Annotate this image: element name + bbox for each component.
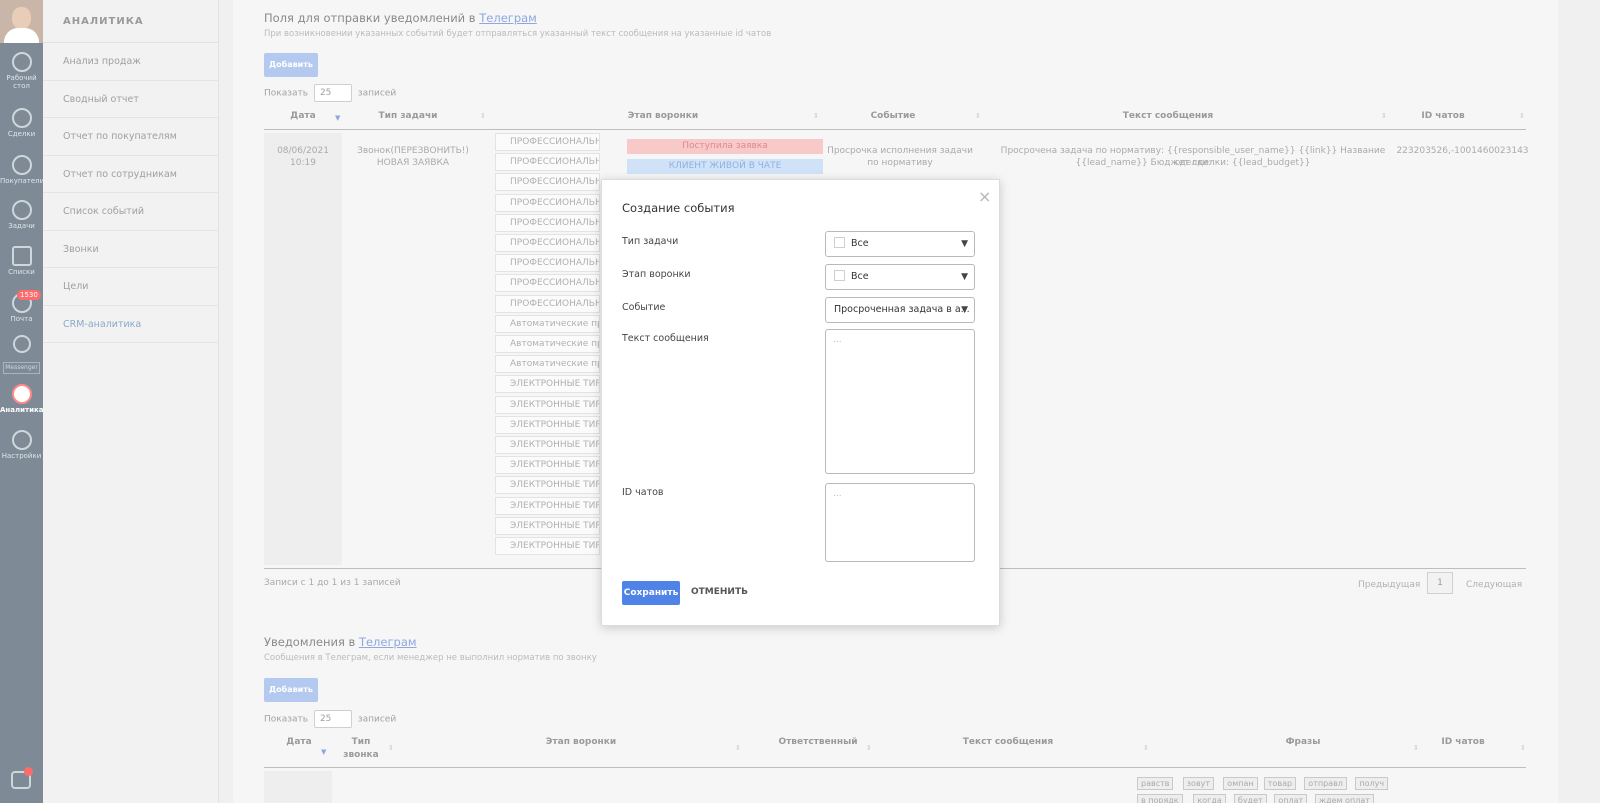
task-type-label: Тип задачи [622, 236, 679, 247]
stage-value: Все [851, 271, 869, 282]
chevron-down-icon: ▼ [961, 272, 968, 282]
task-type-value: Все [851, 238, 869, 249]
task-type-select[interactable]: Все ▼ [825, 231, 975, 257]
chat-ids-input[interactable]: ... [825, 483, 975, 562]
message-text-input[interactable]: ... [825, 329, 975, 474]
event-value: Просроченная задача в а... [834, 304, 970, 315]
event-select[interactable]: Просроченная задача в а... ▼ [825, 297, 975, 323]
checkbox-icon [834, 270, 845, 281]
close-icon[interactable]: × [978, 187, 991, 206]
chevron-down-icon: ▼ [961, 239, 968, 249]
stage-select[interactable]: Все ▼ [825, 264, 975, 290]
message-text-label: Текст сообщения [622, 333, 709, 344]
chat-ids-label: ID чатов [622, 487, 664, 498]
checkbox-icon [834, 237, 845, 248]
chevron-down-icon: ▼ [961, 305, 968, 315]
modal-title: Создание события [622, 201, 735, 215]
event-label: Событие [622, 302, 666, 313]
cancel-button[interactable]: ОТМЕНИТЬ [691, 587, 748, 597]
stage-label: Этап воронки [622, 269, 691, 280]
save-button[interactable]: Сохранить [622, 581, 680, 605]
create-event-modal: × Создание события Тип задачи Все ▼ Этап… [601, 179, 1000, 626]
